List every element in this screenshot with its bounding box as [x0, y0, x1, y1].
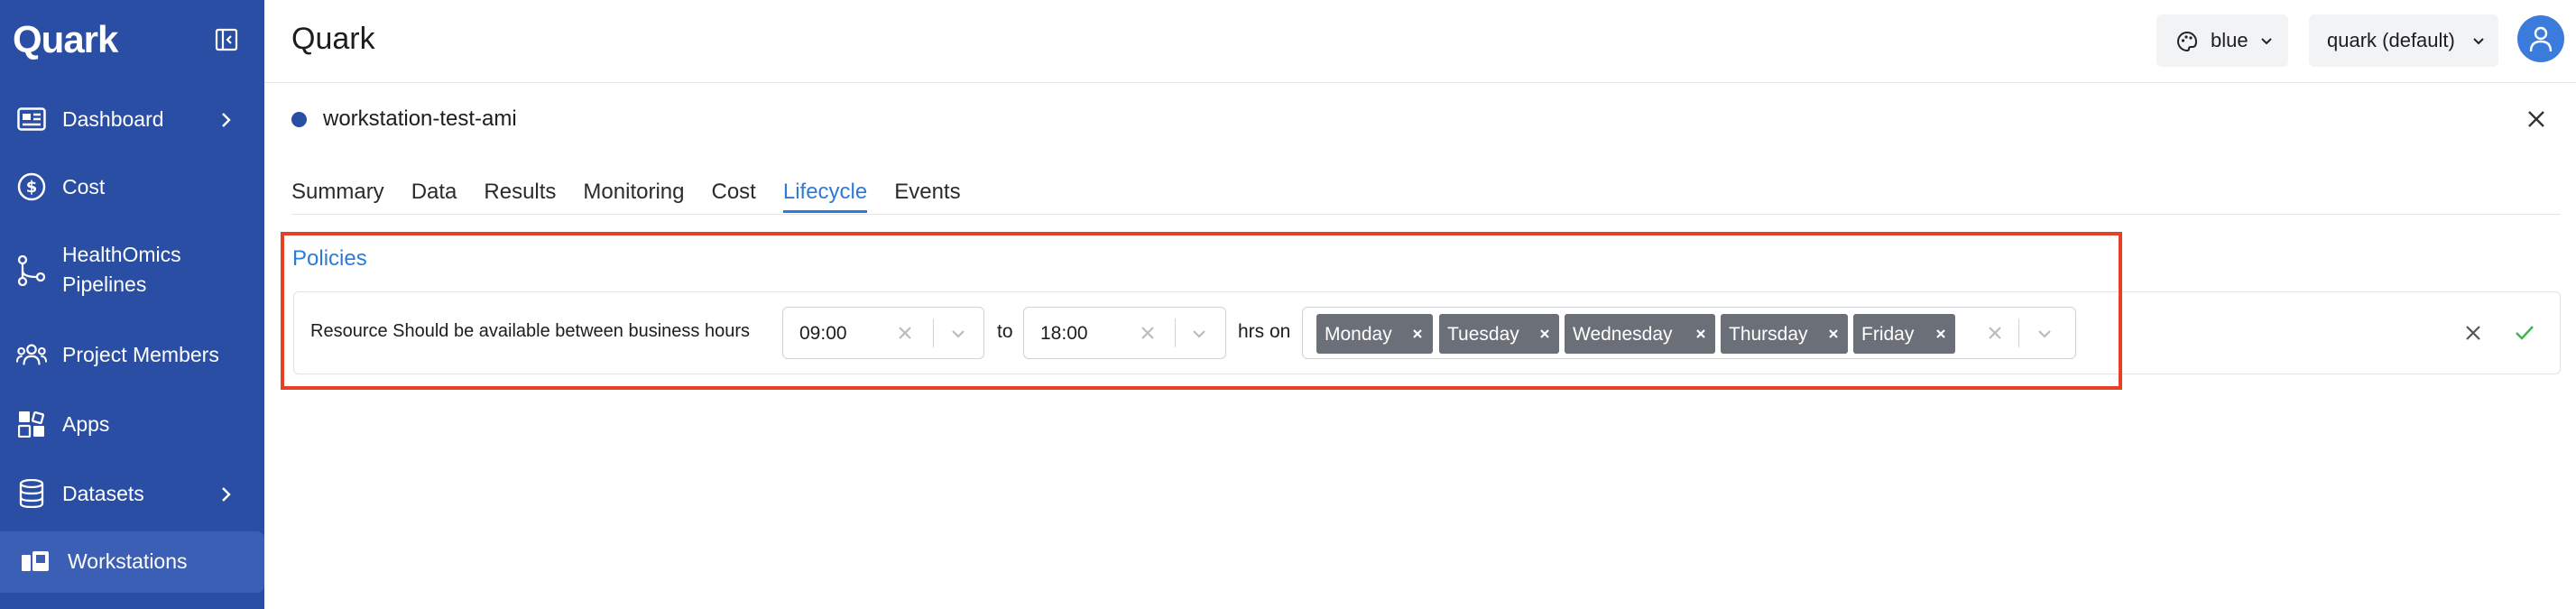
close-icon[interactable] — [2526, 109, 2546, 129]
sidebar-item-project-members[interactable]: Project Members — [0, 339, 264, 370]
clear-icon[interactable] — [1140, 325, 1156, 341]
policies-heading[interactable]: Policies — [292, 246, 367, 272]
day-chip-label: Friday — [1861, 324, 1915, 345]
svg-text:$: $ — [26, 178, 38, 197]
workspace-value: quark (default) — [2327, 29, 2455, 51]
sidebar-item-workstations[interactable]: Workstations — [0, 531, 264, 593]
app-title: Quark — [291, 22, 375, 56]
remove-icon[interactable] — [1693, 326, 1709, 342]
tab-monitoring[interactable]: Monitoring — [583, 177, 684, 213]
chevron-down-icon — [2471, 34, 2486, 49]
dashboard-icon — [16, 104, 47, 134]
sidebar-item-label: HealthOmics Pipelines — [62, 243, 181, 296]
day-chip-tuesday: Tuesday — [1439, 314, 1559, 354]
end-time-select[interactable]: 18:00 — [1023, 307, 1226, 359]
workstation-icon — [20, 547, 51, 577]
status-dot — [291, 111, 307, 127]
theme-selector[interactable]: blue — [2156, 14, 2288, 67]
sidebar-item-label: Datasets — [62, 481, 144, 505]
sidebar-item-label: Project Members — [62, 342, 219, 366]
days-multiselect[interactable]: Monday Tuesday Wednesday Thursday Friday — [1302, 307, 2076, 359]
sidebar-item-label: Cost — [62, 174, 106, 198]
palette-icon — [2176, 31, 2198, 52]
remove-icon[interactable] — [1933, 326, 1949, 342]
day-chip-monday: Monday — [1316, 314, 1433, 354]
end-time-value: 18:00 — [1040, 323, 1088, 344]
clear-all-icon[interactable] — [1987, 325, 2003, 341]
day-chip-label: Monday — [1325, 324, 1392, 345]
user-icon — [2529, 26, 2553, 52]
pipeline-icon — [16, 255, 47, 286]
select-separator — [1175, 318, 1176, 347]
clear-icon[interactable] — [897, 325, 913, 341]
tab-data[interactable]: Data — [411, 177, 457, 213]
brand-logo: Quark — [13, 18, 118, 60]
day-chip-friday: Friday — [1853, 314, 1955, 354]
members-icon — [16, 339, 47, 370]
chevron-right-icon — [217, 484, 235, 503]
workspace-selector[interactable]: quark (default) — [2309, 14, 2498, 67]
sidebar-item-label: Workstations — [68, 549, 188, 573]
day-chip-label: Thursday — [1729, 324, 1808, 345]
sidebar-item-label: Dashboard — [62, 106, 164, 131]
sidebar-item-cost[interactable]: $ Cost — [0, 171, 264, 202]
policy-rule-text: Resource Should be available between bus… — [310, 321, 750, 341]
panel-title: workstation-test-ami — [323, 106, 517, 131]
tab-results[interactable]: Results — [484, 177, 556, 213]
top-header: Quark blue quark (default) — [264, 0, 2576, 83]
sidebar-item-apps[interactable]: Apps — [0, 409, 264, 439]
tab-bar: Summary Data Results Monitoring Cost Lif… — [291, 177, 988, 213]
tab-cost[interactable]: Cost — [711, 177, 755, 213]
database-icon — [16, 478, 47, 509]
chevron-right-icon — [217, 110, 235, 128]
select-separator — [2018, 318, 2019, 347]
tab-summary[interactable]: Summary — [291, 177, 384, 213]
check-icon[interactable] — [2514, 323, 2535, 343]
remove-icon[interactable] — [1825, 326, 1842, 342]
day-chip-wednesday: Wednesday — [1565, 314, 1715, 354]
panel-header: workstation-test-ami — [291, 105, 517, 134]
theme-value: blue — [2211, 29, 2248, 51]
remove-icon[interactable] — [1409, 326, 1426, 342]
day-chip-label: Wednesday — [1573, 324, 1673, 345]
chevron-down-icon[interactable] — [2036, 325, 2054, 343]
chevron-down-icon[interactable] — [1190, 325, 1208, 343]
day-chip-thursday: Thursday — [1721, 314, 1848, 354]
tabs-divider — [291, 214, 2561, 215]
tab-lifecycle[interactable]: Lifecycle — [782, 177, 868, 213]
sidebar: Quark Dashboard $ Cost HealthOmics Pipel… — [0, 0, 264, 609]
chevron-down-icon — [2259, 34, 2274, 49]
start-time-select[interactable]: 09:00 — [782, 307, 984, 359]
apps-icon — [16, 409, 47, 439]
sidebar-item-dashboard[interactable]: Dashboard — [0, 104, 264, 134]
sidebar-item-label: Apps — [62, 411, 110, 436]
start-time-value: 09:00 — [799, 323, 847, 344]
dollar-icon: $ — [16, 171, 47, 202]
select-separator — [933, 318, 934, 347]
chevron-down-icon[interactable] — [949, 325, 967, 343]
sidebar-item-datasets[interactable]: Datasets — [0, 478, 264, 509]
remove-icon[interactable] — [1537, 326, 1553, 342]
tab-events[interactable]: Events — [894, 177, 960, 213]
collapse-sidebar-icon[interactable] — [215, 28, 238, 51]
cancel-icon[interactable] — [2463, 323, 2483, 343]
hrs-on-label: hrs on — [1238, 321, 1291, 342]
day-chip-label: Tuesday — [1447, 324, 1519, 345]
policy-row: Resource Should be available between bus… — [293, 291, 2561, 374]
to-label: to — [997, 321, 1013, 342]
user-avatar[interactable] — [2517, 15, 2564, 62]
sidebar-item-healthomics-pipelines[interactable]: HealthOmics Pipelines — [0, 240, 264, 301]
